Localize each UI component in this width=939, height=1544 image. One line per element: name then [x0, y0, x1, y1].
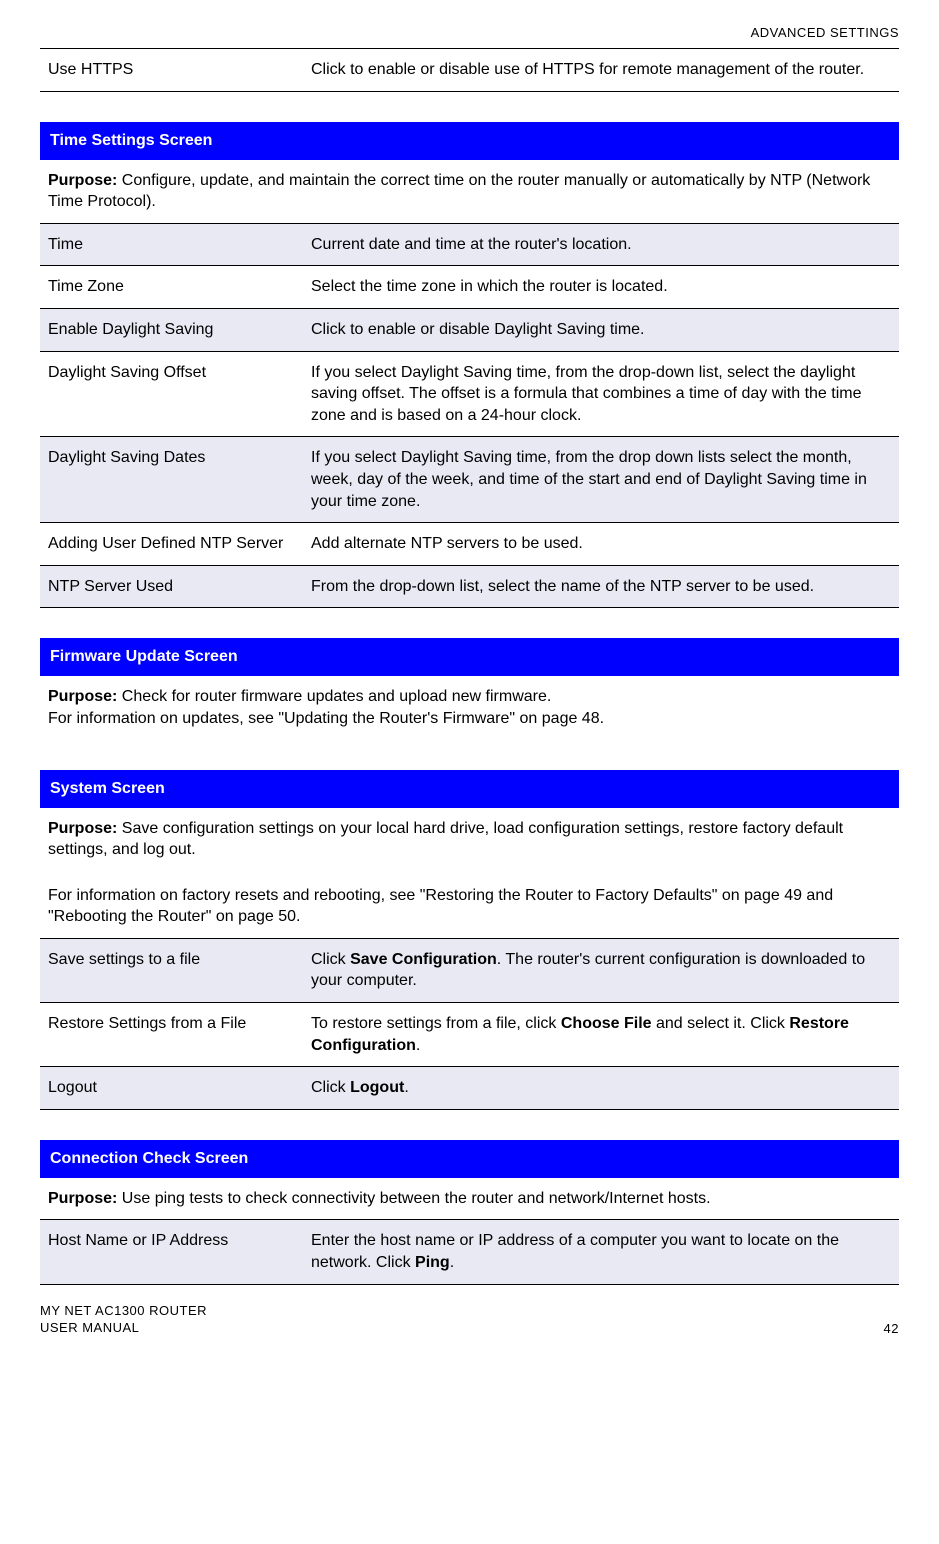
connection-purpose: Purpose: Use ping tests to check connect… — [40, 1178, 899, 1221]
row-desc: Click to enable or disable Daylight Savi… — [303, 308, 899, 351]
time-purpose: Purpose: Configure, update, and maintain… — [40, 160, 899, 224]
connection-table: Host Name or IP Address Enter the host n… — [40, 1220, 899, 1284]
page-footer: MY NET AC1300 ROUTER USER MANUAL 42 — [40, 1303, 899, 1337]
purpose-text: Configure, update, and maintain the corr… — [48, 172, 870, 211]
section-title-time: Time Settings Screen — [40, 122, 899, 160]
table-row: Daylight Saving DatesIf you select Dayli… — [40, 437, 899, 523]
footer-line1: MY NET AC1300 ROUTER — [40, 1303, 207, 1318]
row-label: Use HTTPS — [40, 49, 303, 91]
section-title-connection: Connection Check Screen — [40, 1140, 899, 1178]
table-row: NTP Server UsedFrom the drop-down list, … — [40, 565, 899, 608]
row-label: Restore Settings from a File — [40, 1003, 303, 1067]
table-row: Daylight Saving OffsetIf you select Dayl… — [40, 351, 899, 437]
firmware-purpose: Purpose: Check for router firmware updat… — [40, 676, 899, 739]
table-row: Adding User Defined NTP ServerAdd altern… — [40, 523, 899, 566]
system-sub-para: For information on factory resets and re… — [40, 871, 899, 939]
desc-bold: Choose File — [561, 1015, 652, 1032]
purpose-label: Purpose: — [48, 688, 117, 705]
desc-bold: Ping — [415, 1254, 450, 1271]
desc-bold: Logout — [350, 1079, 404, 1096]
table-row: Restore Settings from a FileTo restore s… — [40, 1003, 899, 1067]
row-label: Time — [40, 224, 303, 266]
https-table: Use HTTPS Click to enable or disable use… — [40, 49, 899, 92]
footer-line2: USER MANUAL — [40, 1320, 139, 1335]
table-row: Enable Daylight SavingClick to enable or… — [40, 308, 899, 351]
page-section-header: ADVANCED SETTINGS — [40, 20, 899, 48]
row-label: Time Zone — [40, 266, 303, 309]
row-label: Adding User Defined NTP Server — [40, 523, 303, 566]
purpose-label: Purpose: — [48, 172, 117, 189]
table-row: Save settings to a fileClick Save Config… — [40, 939, 899, 1003]
row-desc: Click Logout. — [303, 1067, 899, 1110]
row-desc: Select the time zone in which the router… — [303, 266, 899, 309]
table-row: Host Name or IP Address Enter the host n… — [40, 1220, 899, 1284]
page-number: 42 — [884, 1321, 899, 1336]
table-row: LogoutClick Logout. — [40, 1067, 899, 1110]
desc-bold: Save Configuration — [350, 951, 497, 968]
purpose-text: Use ping tests to check connectivity bet… — [117, 1190, 710, 1207]
row-desc: Enter the host name or IP address of a c… — [303, 1220, 899, 1284]
desc-post: . — [450, 1254, 454, 1271]
footer-left: MY NET AC1300 ROUTER USER MANUAL — [40, 1303, 207, 1337]
row-label: Daylight Saving Dates — [40, 437, 303, 523]
purpose-text: Save configuration settings on your loca… — [48, 820, 843, 859]
table-row: Time ZoneSelect the time zone in which t… — [40, 266, 899, 309]
table-row: TimeCurrent date and time at the router'… — [40, 224, 899, 266]
system-table: Save settings to a fileClick Save Config… — [40, 939, 899, 1110]
purpose-text: Check for router firmware updates and up… — [117, 688, 551, 705]
row-label: Logout — [40, 1067, 303, 1110]
firmware-extra-line: For information on updates, see "Updatin… — [48, 710, 604, 727]
system-purpose: Purpose: Save configuration settings on … — [40, 808, 899, 871]
section-title-system: System Screen — [40, 770, 899, 808]
row-desc: If you select Daylight Saving time, from… — [303, 437, 899, 523]
row-desc: From the drop-down list, select the name… — [303, 565, 899, 608]
desc-pre: Enter the host name or IP address of a c… — [311, 1232, 839, 1271]
row-label: Daylight Saving Offset — [40, 351, 303, 437]
row-desc: Click Save Configuration. The router's c… — [303, 939, 899, 1003]
purpose-label: Purpose: — [48, 1190, 117, 1207]
row-desc: Add alternate NTP servers to be used. — [303, 523, 899, 566]
row-desc: Current date and time at the router's lo… — [303, 224, 899, 266]
row-desc: If you select Daylight Saving time, from… — [303, 351, 899, 437]
section-title-firmware: Firmware Update Screen — [40, 638, 899, 676]
table-row: Use HTTPS Click to enable or disable use… — [40, 49, 899, 91]
row-desc: Click to enable or disable use of HTTPS … — [303, 49, 899, 91]
time-settings-table: TimeCurrent date and time at the router'… — [40, 224, 899, 609]
purpose-label: Purpose: — [48, 820, 117, 837]
row-label: Host Name or IP Address — [40, 1220, 303, 1284]
row-label: Enable Daylight Saving — [40, 308, 303, 351]
row-desc: To restore settings from a file, click C… — [303, 1003, 899, 1067]
row-label: NTP Server Used — [40, 565, 303, 608]
row-label: Save settings to a file — [40, 939, 303, 1003]
